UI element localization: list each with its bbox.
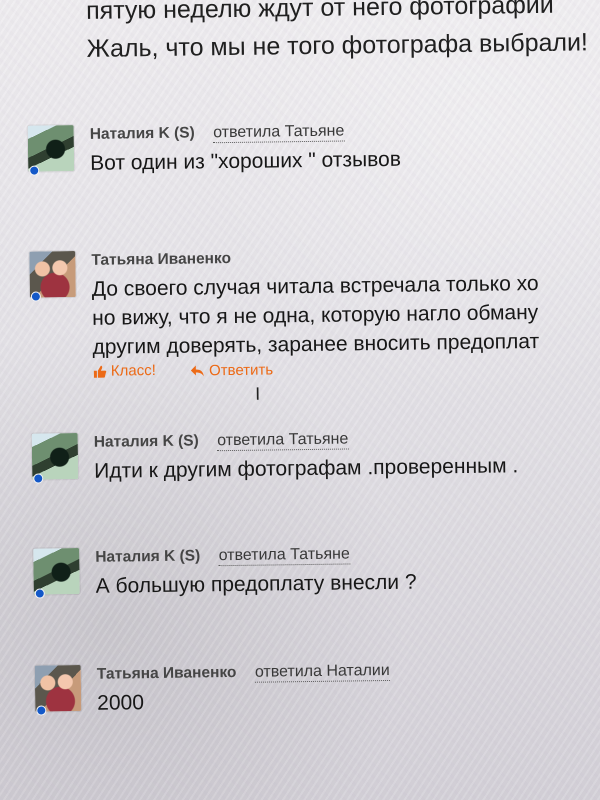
comment-meta: Наталия K (S) ответила Татьяне <box>94 425 600 454</box>
online-status-icon <box>29 165 40 176</box>
comment-meta: Татьяна Иваненко <box>91 243 600 272</box>
reply-arrow-icon <box>190 364 205 377</box>
comment-content: Наталия K (S) ответила Татьяне А большую… <box>95 540 600 602</box>
reply-to-link[interactable]: ответила Татьяне <box>213 122 345 144</box>
comment-natalia-1: Наталия K (S) ответила Татьяне Вот один … <box>27 117 600 216</box>
reply-to-link[interactable]: ответила Татьяне <box>217 430 349 452</box>
comment-tatyana-1: Татьяна Иваненко До своего случая читала… <box>29 244 600 402</box>
comment-tatyana-2: Татьяна Иваненко ответила Наталии 2000 <box>34 657 600 756</box>
comment-meta: Наталия K (S) ответила Татьяне <box>95 540 600 569</box>
comment-text: 2000 <box>97 691 145 715</box>
online-status-icon <box>36 705 47 716</box>
like-label: Класс! <box>110 361 156 380</box>
author-name[interactable]: Татьяна Иваненко <box>97 664 237 683</box>
comment-content: Наталия K (S) ответила Татьяне Вот один … <box>90 117 600 179</box>
previous-message-line-2: Жаль, что мы не того фотографа выбрали! <box>86 28 589 63</box>
online-status-icon <box>30 291 41 302</box>
author-name[interactable]: Наталия K (S) <box>90 124 195 142</box>
reply-label: Ответить <box>208 360 274 379</box>
comment-meta: Наталия K (S) ответила Татьяне <box>90 117 600 146</box>
comment-text: Вот один из "хороших " отзывов <box>89 147 402 175</box>
comment-content: Татьяна Иваненко До своего случая читала… <box>91 243 600 387</box>
comment-natalia-2: Наталия K (S) ответила Татьяне Идти к др… <box>31 425 600 524</box>
comment-text: А большую предоплату внесли ? <box>95 570 417 598</box>
comment-meta: Татьяна Иваненко ответила Наталии <box>97 657 600 686</box>
author-name[interactable]: Наталия K (S) <box>95 547 200 565</box>
comment-text: До своего случая читала встречала только… <box>92 268 600 362</box>
screen-photo: пятую неделю ждут от него фотографий Жал… <box>0 0 600 800</box>
reply-button[interactable]: Ответить <box>190 361 273 379</box>
author-name[interactable]: Татьяна Иваненко <box>91 250 231 269</box>
comment-feed: пятую неделю ждут от него фотографий Жал… <box>0 0 600 800</box>
like-button[interactable]: Класс! <box>93 362 156 380</box>
author-name[interactable]: Наталия K (S) <box>94 432 199 450</box>
comment-content: Татьяна Иваненко ответила Наталии 2000 <box>97 657 600 719</box>
comment-content: Наталия K (S) ответила Татьяне Идти к др… <box>94 425 600 487</box>
online-status-icon <box>34 588 45 599</box>
thumb-up-icon <box>93 364 107 378</box>
reply-to-link[interactable]: ответила Татьяне <box>218 545 350 567</box>
comment-natalia-3: Наталия K (S) ответила Татьяне А большую… <box>33 541 600 639</box>
previous-message: пятую неделю ждут от него фотографий Жал… <box>86 0 600 68</box>
online-status-icon <box>33 473 44 484</box>
reply-to-link[interactable]: ответила Наталии <box>254 661 390 683</box>
text-cursor-icon: I <box>255 383 261 404</box>
comment-text: Идти к другим фотографам .проверенным . <box>94 454 519 483</box>
